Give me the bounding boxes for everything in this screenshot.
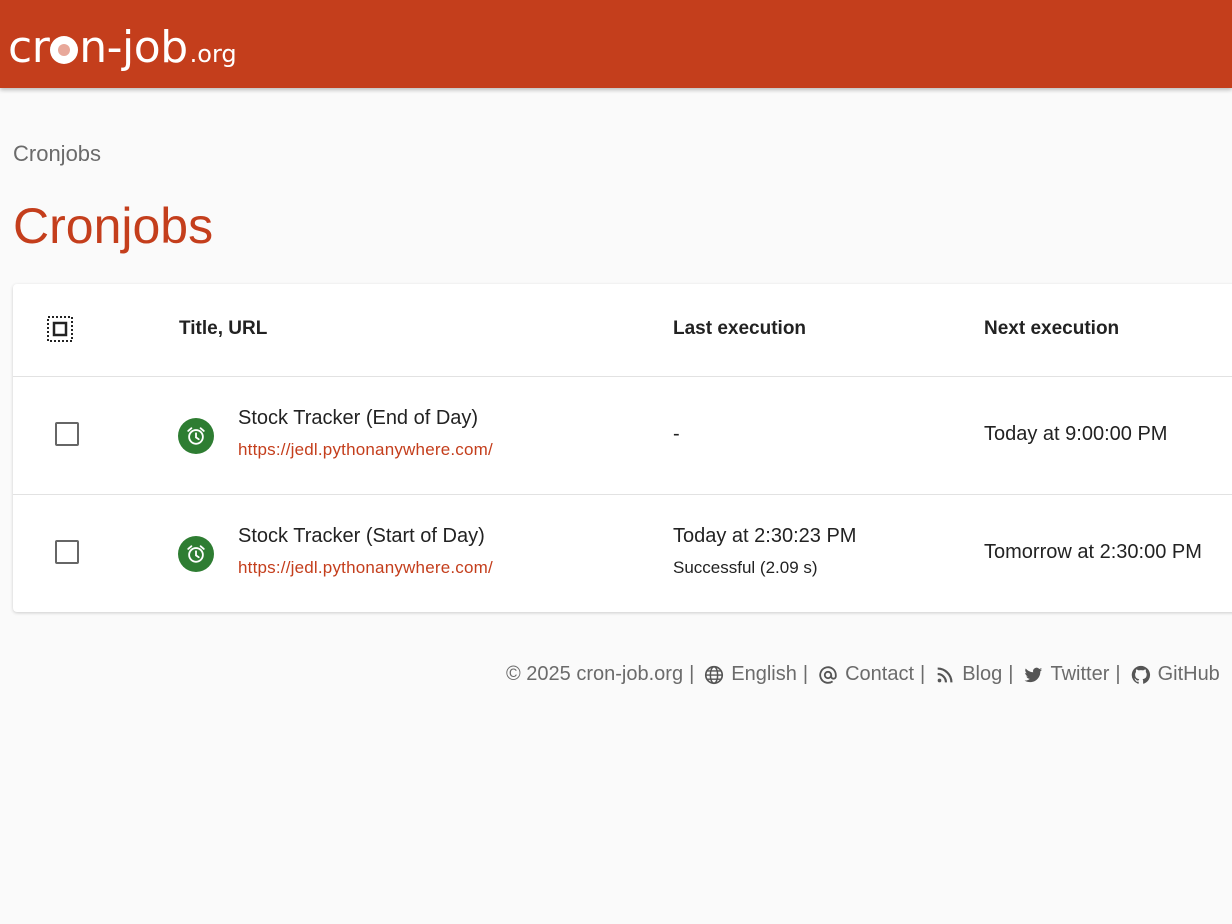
table-row[interactable]: Stock Tracker (End of Day) https://jedl.…: [13, 377, 1232, 495]
footer-link-label: GitHub: [1157, 663, 1220, 685]
column-title-url[interactable]: Title, URL: [179, 318, 267, 340]
alarm-clock-icon: [178, 418, 214, 454]
select-all-icon[interactable]: [46, 315, 74, 343]
last-execution: Today at 2:30:23 PM: [673, 525, 857, 547]
footer: © 2025 cron-job.org | English | Contact |…: [506, 663, 1220, 686]
globe-icon: [705, 665, 724, 684]
footer-blog-link[interactable]: Blog: [934, 663, 1002, 686]
footer-language-link[interactable]: English: [703, 663, 797, 686]
footer-link-label: Blog: [962, 663, 1003, 685]
copyright: © 2025 cron-job.org: [506, 663, 684, 685]
page-title: Cronjobs: [13, 198, 214, 254]
column-last-execution[interactable]: Last execution: [673, 318, 806, 340]
next-execution: Tomorrow at 2:30:00 PM: [984, 541, 1202, 563]
last-execution: -: [673, 423, 680, 445]
footer-link-label: Contact: [845, 663, 915, 685]
cronjobs-table: Title, URL Last execution Next execution…: [13, 284, 1232, 612]
top-app-bar: cr n-job .org: [0, 0, 1232, 88]
logo-text-suffix: n-job: [79, 22, 188, 73]
breadcrumb[interactable]: Cronjobs: [13, 141, 101, 167]
rss-icon: [937, 666, 953, 682]
logo-clock-icon: [50, 36, 79, 64]
table-row[interactable]: Stock Tracker (Start of Day) https://jed…: [13, 495, 1232, 612]
row-checkbox[interactable]: [55, 422, 79, 446]
at-icon: [819, 665, 837, 684]
footer-link-label: Twitter: [1050, 663, 1110, 685]
row-checkbox[interactable]: [55, 540, 79, 564]
logo-text-prefix: cr: [8, 22, 50, 73]
alarm-clock-icon: [178, 536, 214, 572]
footer-contact-link[interactable]: Contact: [817, 663, 914, 686]
job-title[interactable]: Stock Tracker (End of Day): [238, 407, 478, 430]
cron-job-logo[interactable]: cr n-job .org: [8, 14, 237, 74]
job-title[interactable]: Stock Tracker (Start of Day): [238, 525, 485, 548]
footer-github-link[interactable]: GitHub: [1130, 663, 1220, 686]
table-header-row: Title, URL Last execution Next execution: [13, 284, 1232, 377]
column-next-execution[interactable]: Next execution: [984, 318, 1119, 340]
job-url[interactable]: https://jedl.pythonanywhere.com/: [238, 440, 493, 460]
footer-link-label: English: [731, 663, 797, 685]
job-url[interactable]: https://jedl.pythonanywhere.com/: [238, 558, 493, 578]
footer-twitter-link[interactable]: Twitter: [1022, 663, 1109, 686]
twitter-icon: [1025, 667, 1043, 682]
logo-tld: .org: [189, 40, 237, 68]
last-execution-status: Successful (2.09 s): [673, 558, 818, 577]
next-execution: Today at 9:00:00 PM: [984, 423, 1168, 445]
github-icon: [1131, 665, 1150, 684]
